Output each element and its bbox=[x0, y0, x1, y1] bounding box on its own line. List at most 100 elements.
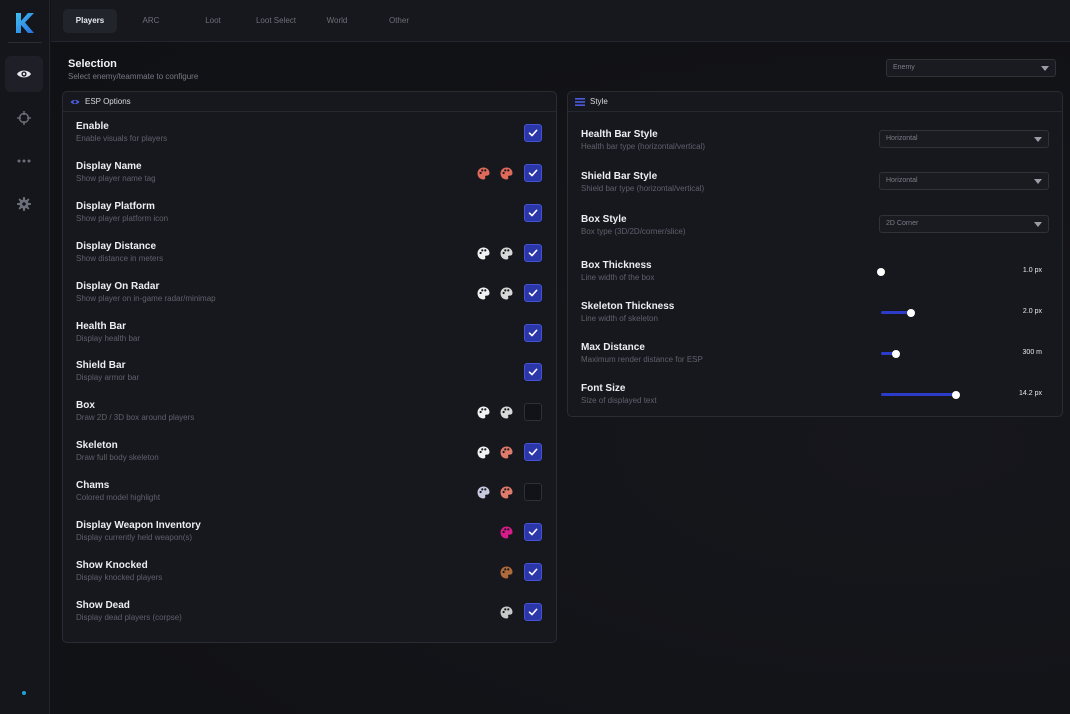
option-checkbox[interactable] bbox=[524, 323, 542, 342]
option-checkbox[interactable] bbox=[524, 562, 542, 581]
color-palette-icon[interactable] bbox=[477, 406, 490, 419]
style-option-description: Box type (3D/2D/corner/slice) bbox=[581, 227, 686, 236]
option-description: Display health bar bbox=[76, 333, 141, 343]
slider-handle[interactable] bbox=[952, 390, 960, 399]
option-description: Show player on in-game radar/minimap bbox=[76, 293, 216, 303]
chevron-down-icon bbox=[1041, 66, 1049, 71]
color-palette-icon[interactable] bbox=[500, 167, 513, 180]
tab-loot-select[interactable]: Loot Select bbox=[247, 9, 305, 33]
slider-handle[interactable] bbox=[907, 308, 915, 317]
style-dropdown[interactable]: 2D Corner bbox=[879, 215, 1049, 233]
gear-icon bbox=[17, 197, 31, 211]
option-label: Show Dead bbox=[76, 599, 130, 611]
option-checkbox[interactable] bbox=[524, 243, 542, 262]
slider-value: 300 m bbox=[1022, 349, 1042, 356]
color-palette-icon[interactable] bbox=[500, 406, 513, 419]
sidebar-item-misc[interactable] bbox=[5, 143, 43, 179]
color-palette-icon[interactable] bbox=[500, 287, 513, 300]
style-option-description: Health bar type (horizontal/vertical) bbox=[581, 142, 706, 151]
style-option-label: Shield Bar Style bbox=[581, 171, 658, 182]
color-palette-icon[interactable] bbox=[500, 526, 513, 539]
tab-players[interactable]: Players bbox=[63, 9, 117, 33]
slider-handle[interactable] bbox=[877, 267, 885, 276]
color-palette-icon[interactable] bbox=[500, 606, 513, 619]
chevron-down-icon bbox=[1034, 137, 1042, 142]
style-dropdown-value: 2D Corner bbox=[886, 220, 919, 227]
option-label: Skeleton bbox=[76, 440, 118, 452]
option-checkbox[interactable] bbox=[524, 602, 542, 621]
option-description: Display dead players (corpse) bbox=[76, 612, 182, 622]
color-palette-icon[interactable] bbox=[477, 287, 490, 300]
option-description: Display armor bar bbox=[76, 373, 140, 383]
sidebar-item-visuals[interactable] bbox=[5, 56, 43, 92]
option-checkbox[interactable] bbox=[524, 203, 542, 222]
color-palette-icon[interactable] bbox=[477, 446, 490, 459]
option-label: Display Platform bbox=[76, 200, 155, 212]
style-title: Style bbox=[590, 97, 608, 106]
style-dropdown-value: Horizontal bbox=[886, 135, 918, 142]
status-dot bbox=[22, 691, 26, 695]
color-palette-icon[interactable] bbox=[500, 566, 513, 579]
option-checkbox[interactable] bbox=[524, 163, 542, 182]
option-label: Show Knocked bbox=[76, 559, 148, 571]
tab-world[interactable]: World bbox=[313, 9, 361, 33]
selection-title: Selection bbox=[68, 58, 117, 70]
slider-value: 2.0 px bbox=[1022, 308, 1042, 315]
slider-handle[interactable] bbox=[892, 349, 900, 358]
color-palette-icon[interactable] bbox=[500, 247, 513, 260]
option-checkbox[interactable] bbox=[524, 523, 542, 541]
option-description: Show distance in meters bbox=[76, 253, 164, 263]
logo-icon bbox=[16, 13, 34, 33]
eye-icon bbox=[70, 99, 80, 105]
color-palette-icon[interactable] bbox=[477, 167, 490, 180]
slider-description: Line width of skeleton bbox=[581, 314, 658, 323]
color-palette-icon[interactable] bbox=[500, 446, 513, 459]
color-palette-icon[interactable] bbox=[500, 486, 513, 499]
option-label: Display On Radar bbox=[76, 280, 160, 292]
style-header: Style bbox=[568, 92, 1062, 112]
style-dropdown-value: Horizontal bbox=[886, 177, 918, 184]
option-description: Draw full body skeleton bbox=[76, 453, 159, 463]
slider-label: Skeleton Thickness bbox=[581, 301, 675, 312]
option-checkbox[interactable] bbox=[524, 124, 542, 142]
option-label: Display Name bbox=[76, 160, 142, 172]
more-dots-icon bbox=[17, 159, 31, 163]
esp-options-header: ESP Options bbox=[63, 92, 556, 112]
option-description: Show player platform icon bbox=[76, 213, 169, 223]
option-label: Shield Bar bbox=[76, 360, 126, 372]
chevron-down-icon bbox=[1034, 222, 1042, 227]
option-label: Display Weapon Inventory bbox=[76, 520, 201, 531]
tab-arc[interactable]: ARC bbox=[127, 9, 175, 33]
color-palette-icon[interactable] bbox=[477, 486, 490, 499]
tab-loot[interactable]: Loot bbox=[189, 9, 237, 33]
slider-label: Box Thickness bbox=[581, 260, 652, 271]
style-option-label: Box Style bbox=[581, 214, 627, 225]
color-palette-icon[interactable] bbox=[477, 247, 490, 260]
esp-options-panel: ESP Options Enable Enable visuals for pla… bbox=[62, 91, 557, 643]
sidebar-item-aim[interactable] bbox=[5, 100, 43, 136]
option-description: Display knocked players bbox=[76, 572, 163, 582]
option-description: Display currently held weapon(s) bbox=[76, 533, 193, 542]
esp-options-title: ESP Options bbox=[85, 97, 131, 106]
option-checkbox[interactable] bbox=[524, 403, 542, 422]
slider-description: Line width of the box bbox=[581, 273, 655, 282]
chevron-down-icon bbox=[1034, 179, 1042, 184]
slider-value: 1.0 px bbox=[1022, 267, 1042, 274]
option-checkbox[interactable] bbox=[524, 283, 542, 302]
eye-icon bbox=[17, 70, 31, 78]
selection-dropdown[interactable]: Enemy bbox=[886, 59, 1056, 77]
option-checkbox[interactable] bbox=[524, 363, 542, 382]
slider-description: Size of displayed text bbox=[581, 396, 657, 405]
sidebar-item-settings[interactable] bbox=[5, 186, 43, 222]
tab-other[interactable]: Other bbox=[375, 9, 423, 33]
option-label: Enable bbox=[76, 121, 109, 132]
style-dropdown[interactable]: Horizontal bbox=[879, 130, 1049, 148]
menu-icon bbox=[575, 98, 585, 106]
option-checkbox[interactable] bbox=[524, 483, 542, 502]
selection-value: Enemy bbox=[893, 64, 915, 71]
style-option-description: Shield bar type (horizontal/vertical) bbox=[581, 184, 705, 193]
option-label: Chams bbox=[76, 480, 110, 492]
style-option-label: Health Bar Style bbox=[581, 129, 658, 140]
style-dropdown[interactable]: Horizontal bbox=[879, 172, 1049, 190]
option-checkbox[interactable] bbox=[524, 443, 542, 462]
